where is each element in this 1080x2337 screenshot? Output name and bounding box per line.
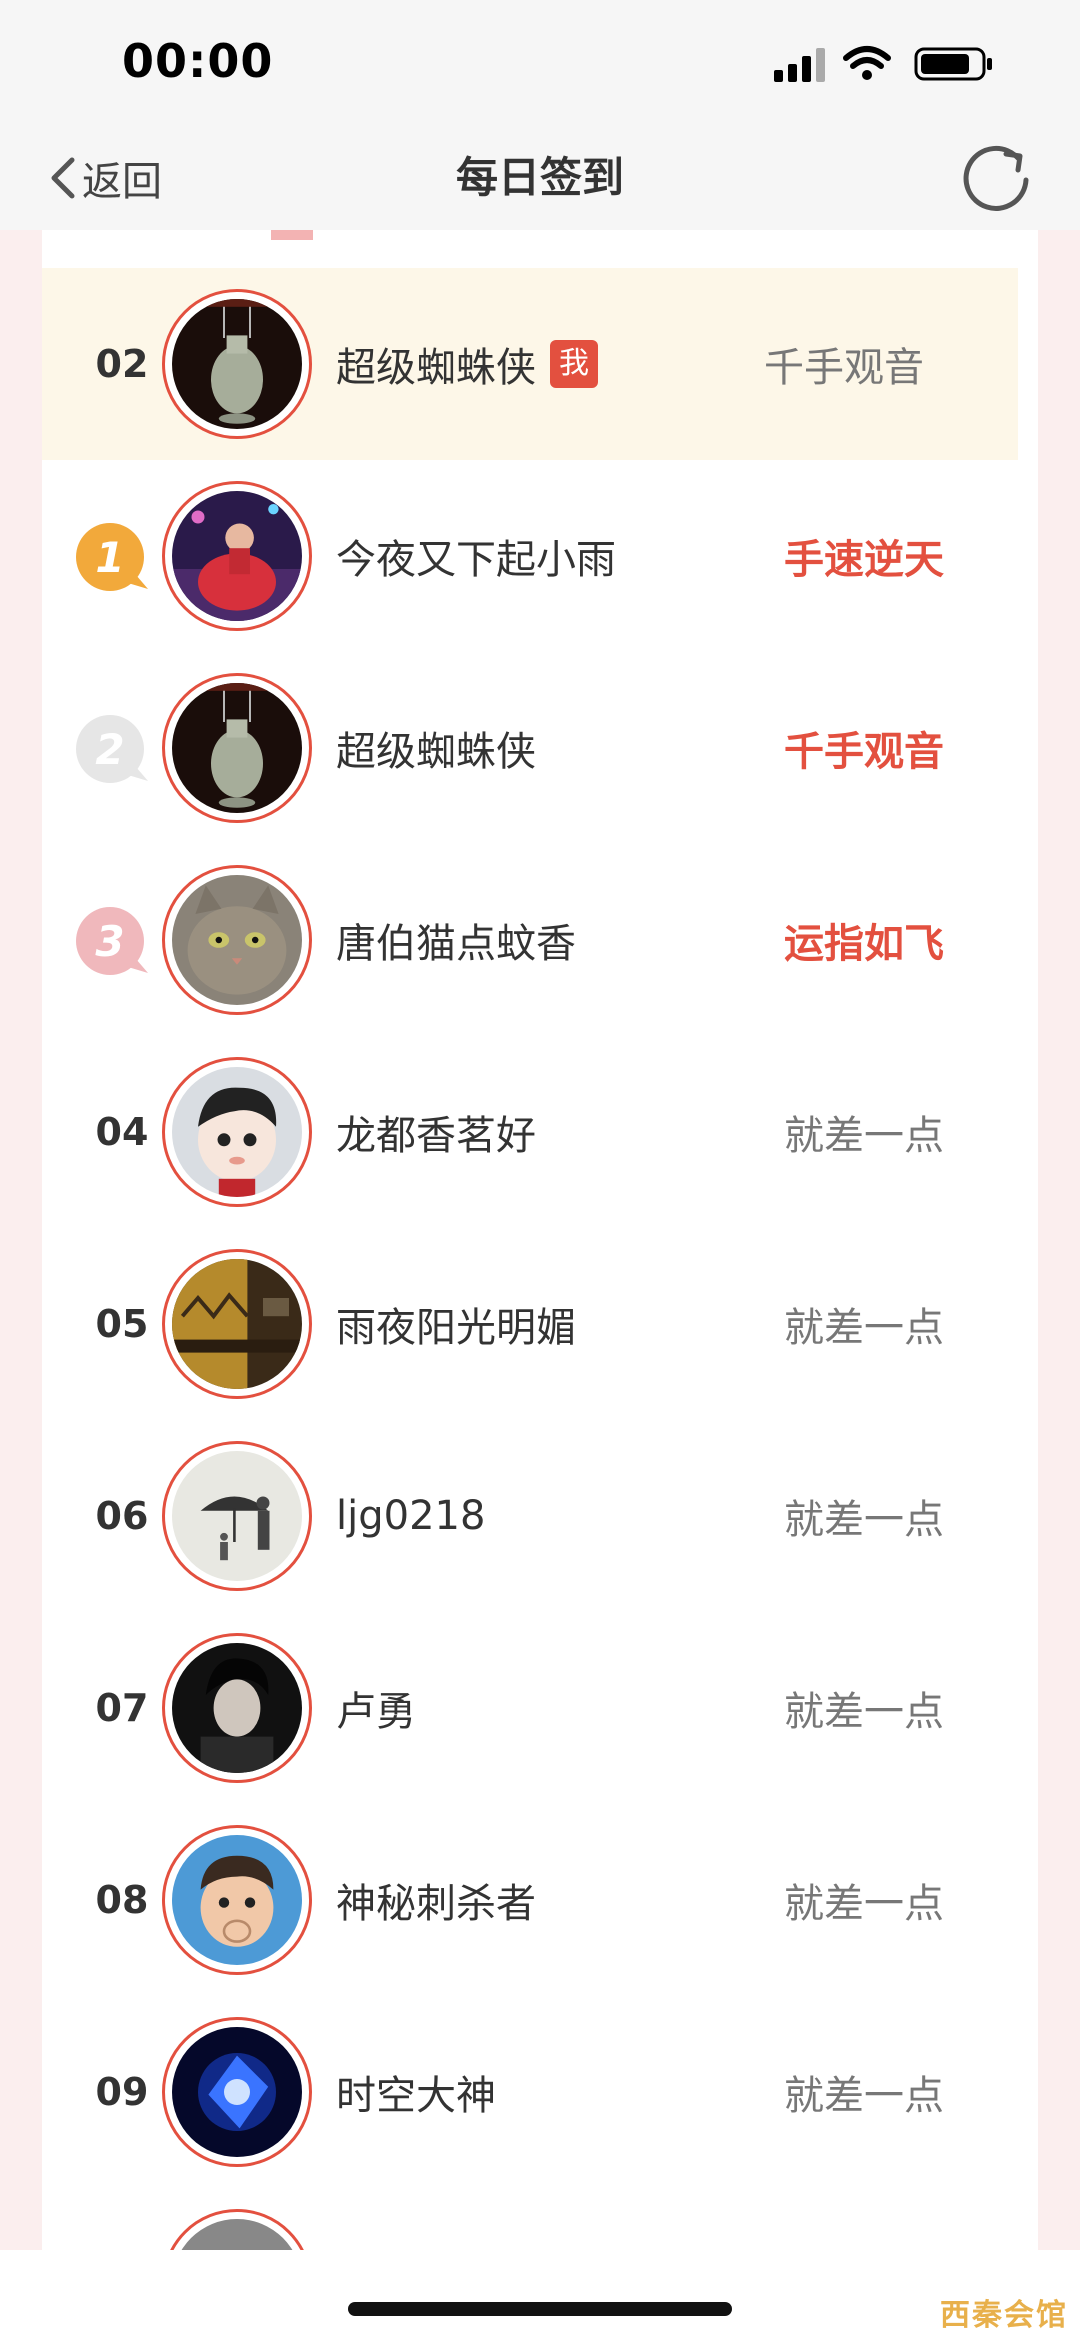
jade-vase-avatar-image xyxy=(172,683,302,813)
list-item[interactable]: 1 今夜又下起小雨 手速逆天 xyxy=(42,460,1038,652)
avatar xyxy=(162,673,312,823)
jade-vase-avatar-image xyxy=(172,299,302,429)
list-item[interactable]: 08 神秘刺杀者 就差一点 xyxy=(42,1804,1038,1996)
rank-number: 08 xyxy=(95,1878,149,1922)
rank-number: 07 xyxy=(95,1686,149,1730)
list-item[interactable]: 06 ljg0218 就差一点 xyxy=(42,1420,1038,1612)
svg-text:2: 2 xyxy=(95,725,124,774)
user-name: 卢勇 xyxy=(336,1689,416,1735)
user-name: 龙都香茗好 xyxy=(336,1113,536,1159)
user-name: 超级蜘蛛侠 xyxy=(336,729,536,775)
avatar xyxy=(162,865,312,1015)
right-margin xyxy=(1038,230,1080,2250)
partial-avatar-image xyxy=(172,2219,302,2250)
home-indicator-area xyxy=(0,2250,1080,2337)
speed-tag: 就差一点 xyxy=(784,1305,944,1351)
speed-tag: 就差一点 xyxy=(784,1881,944,1927)
avatar xyxy=(162,2209,312,2250)
list-item[interactable]: 2 超级蜘蛛侠 千手观音 xyxy=(42,652,1038,844)
avatar xyxy=(162,481,312,631)
me-badge: 我 xyxy=(550,340,598,388)
list-item[interactable]: 3 唐伯猫点蚊香 运指如飞 xyxy=(42,844,1038,1036)
user-name: 唐伯猫点蚊香 xyxy=(336,921,576,967)
navigation-bar: 返回 每日签到 xyxy=(0,130,1080,230)
speed-tag: 运指如飞 xyxy=(784,921,944,967)
status-bar: 00:00 xyxy=(0,0,1080,130)
speed-tag: 就差一点 xyxy=(784,1689,944,1735)
performer-avatar-image xyxy=(172,491,302,621)
status-time: 00:00 xyxy=(122,34,274,88)
blue-crystal-avatar-image xyxy=(172,2027,302,2157)
user-name: 时空大神 xyxy=(336,2073,496,2119)
cartoon-boy-avatar-image xyxy=(172,1067,302,1197)
current-user-row[interactable]: 02 超级蜘蛛侠 我 千手观音 xyxy=(42,268,1018,460)
cat-avatar-image xyxy=(172,875,302,1005)
avatar xyxy=(162,1441,312,1591)
speed-tag: 就差一点 xyxy=(784,1113,944,1159)
bronze-medal-icon: 3 xyxy=(72,901,152,981)
user-name: 雨夜阳光明媚 xyxy=(336,1305,576,1351)
list-item[interactable]: 07 卢勇 就差一点 xyxy=(42,1612,1038,1804)
ranking-list: 02 超级蜘蛛侠 我 千手观音 1 今夜又下起小雨 手速逆天 2 超级蜘蛛侠 千… xyxy=(42,230,1038,2250)
avatar xyxy=(162,2017,312,2167)
avatar xyxy=(162,1249,312,1399)
rank-number: 04 xyxy=(95,1110,149,1154)
header-tab-edge xyxy=(271,230,313,240)
page-title: 每日签到 xyxy=(455,153,624,202)
user-name: 神秘刺杀者 xyxy=(336,1881,536,1927)
speed-tag: 千手观音 xyxy=(784,729,944,775)
refresh-button[interactable] xyxy=(960,140,1036,216)
signal-wifi-battery-icon xyxy=(774,46,992,82)
avatar xyxy=(162,289,312,439)
status-icons xyxy=(774,44,1004,84)
speed-tag: 就差一点 xyxy=(784,1497,944,1543)
speed-tag: 就差一点 xyxy=(784,2073,944,2119)
rank-number: 06 xyxy=(95,1494,149,1538)
svg-text:3: 3 xyxy=(95,917,124,966)
list-item[interactable]: 09 时空大神 就差一点 xyxy=(42,1996,1038,2188)
home-indicator[interactable] xyxy=(348,2302,732,2316)
gold-poster-avatar-image xyxy=(172,1259,302,1389)
cartoon-man-avatar-image xyxy=(172,1835,302,1965)
user-name: ljg0218 xyxy=(336,1493,486,1539)
speed-tag: 千手观音 xyxy=(764,345,924,391)
avatar xyxy=(162,1825,312,1975)
portrait-avatar-image xyxy=(172,1643,302,1773)
avatar xyxy=(162,1057,312,1207)
rank-number: 05 xyxy=(95,1302,149,1346)
user-name: 超级蜘蛛侠 我 xyxy=(336,268,598,460)
watermark-logo: 西秦会馆 xyxy=(940,2298,1068,2333)
list-item[interactable] xyxy=(42,2188,1038,2250)
silver-medal-icon: 2 xyxy=(72,709,152,789)
svg-text:1: 1 xyxy=(95,533,124,582)
avatar xyxy=(162,1633,312,1783)
umbrella-illustration-avatar-image xyxy=(172,1451,302,1581)
user-name: 今夜又下起小雨 xyxy=(336,537,616,583)
gold-medal-icon: 1 xyxy=(72,517,152,597)
refresh-icon xyxy=(963,146,1029,211)
left-margin xyxy=(0,230,42,2250)
speed-tag: 手速逆天 xyxy=(784,537,944,583)
list-item[interactable]: 04 龙都香茗好 就差一点 xyxy=(42,1036,1038,1228)
list-item[interactable]: 05 雨夜阳光明媚 就差一点 xyxy=(42,1228,1038,1420)
rank-number: 02 xyxy=(95,342,149,386)
rank-number: 09 xyxy=(95,2070,149,2114)
